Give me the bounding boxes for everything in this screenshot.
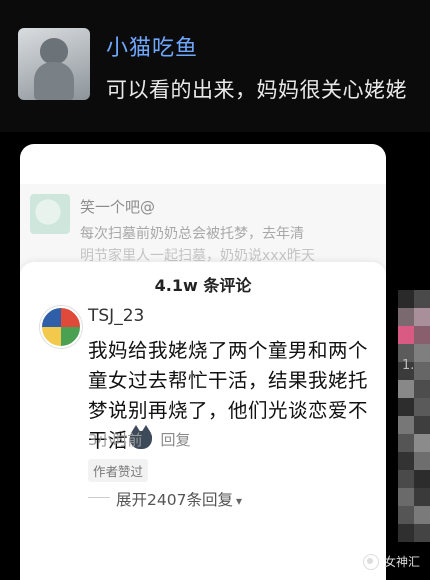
mosaic-cell [414,308,430,326]
mosaic-cell [414,398,430,416]
mosaic-cell [414,344,430,362]
author-liked-badge: 作者赞过 [88,459,149,482]
background-comment: 笑一个吧@ 每次扫墓前奶奶总会被托梦，去年清 明节家里人一起扫墓，奶奶说xxx昨… [20,184,386,274]
watermark-text: 女神汇 [383,555,420,569]
expand-divider [88,497,110,498]
comment-count-title: 4.1w 条评论 [154,276,252,295]
background-comment-name: 笑一个吧@ [80,198,156,216]
background-avatar [30,194,70,234]
mosaic-cell [414,416,430,434]
top-message: 可以看的出来，妈妈很关心姥姥 [106,78,407,102]
expand-replies-button[interactable]: 展开2407条回复 ▾ [116,488,242,510]
top-header: 小猫吃鱼 可以看的出来，妈妈很关心姥姥 [0,0,430,132]
mosaic-cell [414,290,430,308]
mosaic-cell [414,452,430,470]
watermark: 女神汇 [362,553,420,570]
user-avatar[interactable] [18,28,90,100]
edge-clipped-text: 1. [402,358,415,373]
mosaic-cell [398,380,414,398]
screenshot-card: 笑一个吧@ 每次扫墓前奶奶总会被托梦，去年清 明节家里人一起扫墓，奶奶说xxx昨… [20,144,386,580]
top-username[interactable]: 小猫吃鱼 [106,30,198,62]
mosaic-cell [414,524,430,542]
mosaic-cell [398,326,414,344]
mosaic-cell [398,506,414,524]
commenter-avatar[interactable] [40,306,82,348]
avatar-figure-body [34,62,74,100]
mosaic-cell [414,380,430,398]
comment-meta: 3小时前 回复 [88,429,191,450]
pixelated-region [398,290,430,548]
reply-button[interactable]: 回复 [161,431,191,449]
avatar-figure-head [40,38,68,64]
mosaic-cell [414,506,430,524]
mosaic-cell [398,308,414,326]
comment-time: 3小时前 [88,431,143,449]
mosaic-cell [398,452,414,470]
comments-sheet: 4.1w 条评论 TSJ_23 我妈给我姥烧了两个童男和两个童女过去帮忙干活，结… [20,262,386,580]
mosaic-cell [398,470,414,488]
mosaic-cell [414,326,430,344]
mosaic-cell [398,524,414,542]
mosaic-cell [414,434,430,452]
mosaic-cell [398,416,414,434]
mosaic-cell [414,362,430,380]
mosaic-cell [398,398,414,416]
mosaic-cell [414,470,430,488]
mosaic-cell [414,488,430,506]
mosaic-cell [398,488,414,506]
mosaic-cell [398,290,414,308]
wechat-icon [362,553,379,570]
chevron-down-icon: ▾ [235,494,242,508]
commenter-name[interactable]: TSJ_23 [88,306,144,326]
expand-replies-label: 展开2407条回复 [116,491,233,509]
background-comment-text: 每次扫墓前奶奶总会被托梦，去年清 [80,226,304,242]
mosaic-cell [398,434,414,452]
